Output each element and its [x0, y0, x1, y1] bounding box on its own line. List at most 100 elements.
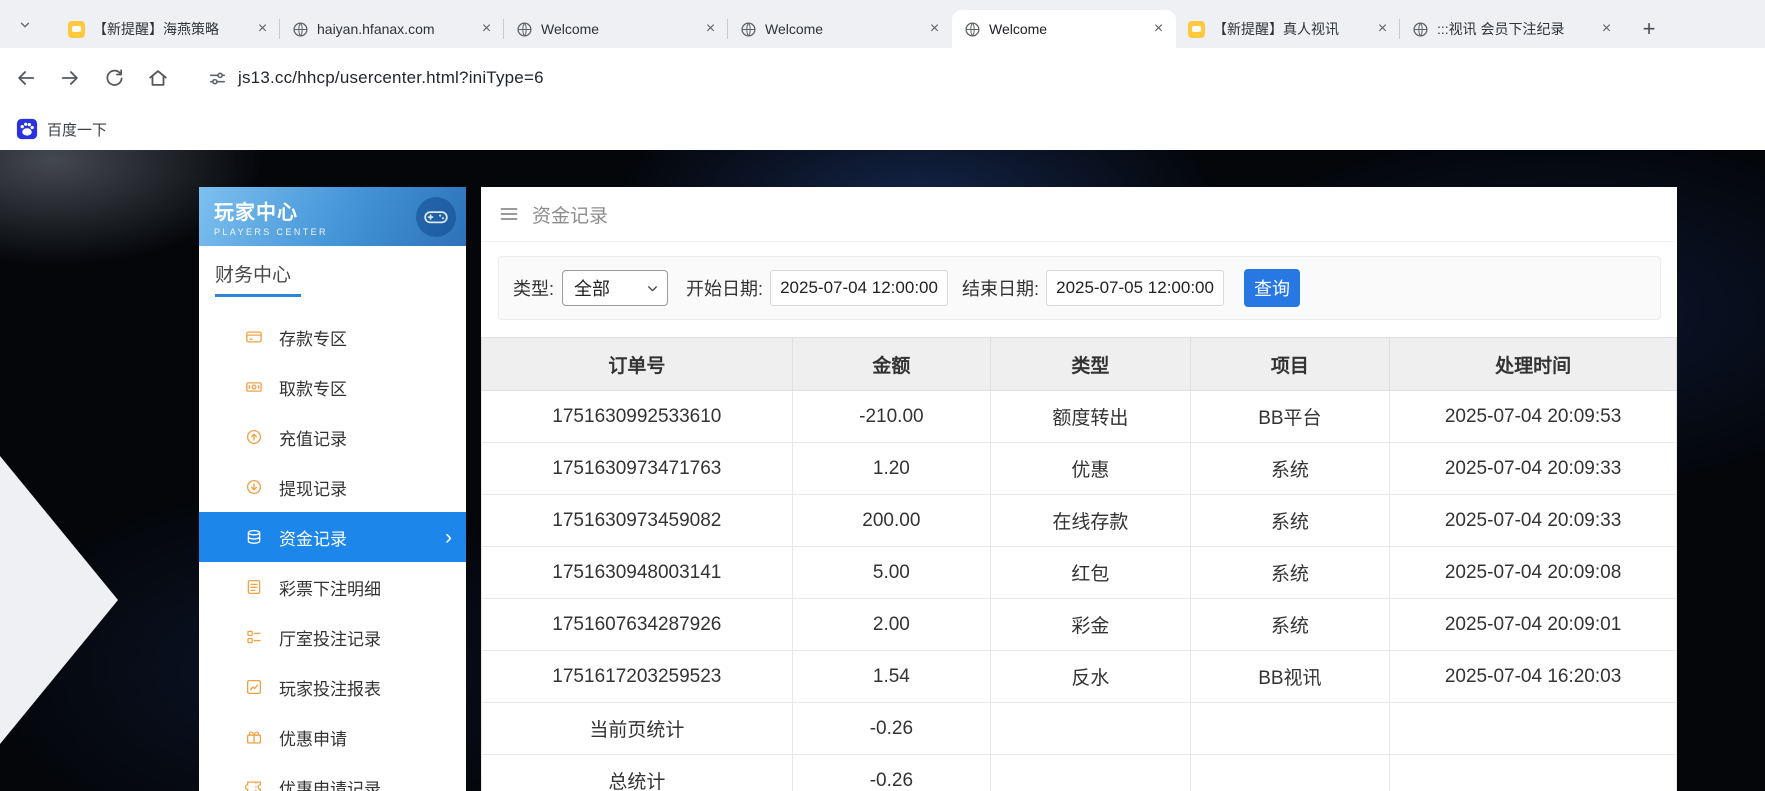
- tab-close-icon[interactable]: ×: [1373, 20, 1392, 39]
- tab-hfanax[interactable]: haiyan.hfanax.com ×: [280, 10, 504, 48]
- cell-type: 彩金: [991, 599, 1191, 651]
- sidebar-item-withdraw-zone[interactable]: 取款专区: [199, 362, 466, 412]
- back-button[interactable]: [8, 60, 44, 96]
- cell-amount: 2.00: [792, 599, 990, 651]
- ticket-icon: [245, 778, 263, 791]
- tab-title: 【新提醒】海燕策略: [93, 19, 245, 39]
- back-arrow-icon: [15, 67, 37, 89]
- home-button[interactable]: [140, 60, 176, 96]
- tab-live-alert[interactable]: 【新提醒】真人视讯 ×: [1176, 10, 1400, 48]
- cell-empty: [1190, 703, 1390, 755]
- gamepad-icon: [416, 197, 456, 237]
- document-list-icon: [245, 578, 263, 596]
- cell-order-no: 1751617203259523: [482, 651, 793, 703]
- cell-order-no: 1751630973459082: [482, 495, 793, 547]
- cell-item: 系统: [1190, 495, 1390, 547]
- bookmark-baidu[interactable]: 百度一下: [16, 118, 107, 140]
- player-center-sidebar: 玩家中心 PLAYERS CENTER 财务中心 存款专区 取款专区 充值记录: [199, 187, 466, 791]
- type-select[interactable]: 全部: [562, 270, 668, 306]
- sidebar-item-label: 存款专区: [279, 325, 347, 350]
- sidebar-item-promo-apply-records[interactable]: 优惠申请记录: [199, 762, 466, 791]
- sidebar-item-hall-bet-records[interactable]: 厅室投注记录: [199, 612, 466, 662]
- cash-icon: [245, 378, 263, 396]
- sidebar-item-label: 彩票下注明细: [279, 575, 381, 600]
- tab-title: 【新提醒】真人视讯: [1213, 19, 1365, 39]
- globe-favicon-icon: [740, 21, 757, 38]
- chevron-down-icon: [646, 282, 659, 295]
- tab-close-icon[interactable]: ×: [477, 20, 496, 39]
- sidebar-item-player-bet-report[interactable]: 玩家投注报表: [199, 662, 466, 712]
- coin-up-icon: [245, 428, 263, 446]
- coin-down-icon: [245, 478, 263, 496]
- table-row: 1751617203259523 1.54 反水 BB视讯 2025-07-04…: [482, 651, 1677, 703]
- cell-item: 系统: [1190, 547, 1390, 599]
- tab-welcome-2[interactable]: Welcome ×: [728, 10, 952, 48]
- page-background: 玩家中心 PLAYERS CENTER 财务中心 存款专区 取款专区 充值记录: [0, 150, 1765, 791]
- cell-type: 在线存款: [991, 495, 1191, 547]
- site-settings-icon[interactable]: [208, 69, 227, 88]
- tab-title: Welcome: [989, 21, 1141, 37]
- new-tab-button[interactable]: +: [1634, 14, 1664, 44]
- tab-welcome-active[interactable]: Welcome ×: [952, 10, 1176, 48]
- table-row-page-total: 当前页统计 -0.26: [482, 703, 1677, 755]
- cell-amount: -0.26: [792, 703, 990, 755]
- sidebar-section-title: 财务中心: [199, 246, 466, 298]
- coins-stack-icon: [245, 528, 263, 546]
- panel-header: 资金记录: [481, 187, 1677, 242]
- col-header-type: 类型: [991, 338, 1191, 391]
- cell-order-no: 1751630948003141: [482, 547, 793, 599]
- table-row: 1751630948003141 5.00 红包 系统 2025-07-04 2…: [482, 547, 1677, 599]
- home-icon: [147, 67, 169, 89]
- cell-label: 总统计: [482, 755, 793, 791]
- menu-icon[interactable]: [499, 204, 519, 224]
- tab-welcome-1[interactable]: Welcome ×: [504, 10, 728, 48]
- chat-favicon-icon: [68, 21, 85, 38]
- type-label: 类型:: [513, 275, 554, 301]
- funds-table: 订单号 金额 类型 项目 处理时间 1751630992533610 -210.…: [481, 337, 1677, 791]
- tab-bet-records[interactable]: :::视讯 会员下注纪录 ×: [1400, 10, 1624, 48]
- tab-close-icon[interactable]: ×: [253, 20, 272, 39]
- reload-button[interactable]: [96, 60, 132, 96]
- start-date-input[interactable]: [770, 270, 948, 306]
- query-button[interactable]: 查询: [1244, 269, 1300, 307]
- sidebar-item-label: 资金记录: [279, 525, 347, 550]
- sidebar-item-label: 充值记录: [279, 425, 347, 450]
- tab-haiyan-alert[interactable]: 【新提醒】海燕策略 ×: [56, 10, 280, 48]
- tab-close-icon[interactable]: ×: [1149, 20, 1168, 39]
- tab-close-icon[interactable]: ×: [701, 20, 720, 39]
- browser-toolbar: js13.cc/hhcp/usercenter.html?iniType=6: [0, 48, 1765, 108]
- tab-close-icon[interactable]: ×: [925, 20, 944, 39]
- sidebar-item-withdrawal-records[interactable]: 提现记录: [199, 462, 466, 512]
- table-row: 1751607634287926 2.00 彩金 系统 2025-07-04 2…: [482, 599, 1677, 651]
- tab-title: :::视讯 会员下注纪录: [1437, 19, 1589, 39]
- sidebar-item-deposit-zone[interactable]: 存款专区: [199, 312, 466, 362]
- sidebar-item-recharge-records[interactable]: 充值记录: [199, 412, 466, 462]
- cell-amount: -0.26: [792, 755, 990, 791]
- table-row: 1751630973471763 1.20 优惠 系统 2025-07-04 2…: [482, 443, 1677, 495]
- sidebar-item-promo-apply[interactable]: 优惠申请: [199, 712, 466, 762]
- bookmark-label: 百度一下: [47, 119, 107, 140]
- end-date-input[interactable]: [1046, 270, 1224, 306]
- sidebar-item-funds-records[interactable]: 资金记录 ›: [199, 512, 466, 562]
- sidebar-item-lottery-bet-details[interactable]: 彩票下注明细: [199, 562, 466, 612]
- table-header-row: 订单号 金额 类型 项目 处理时间: [482, 338, 1677, 391]
- forward-button[interactable]: [52, 60, 88, 96]
- chat-favicon-icon: [1188, 21, 1205, 38]
- tab-close-icon[interactable]: ×: [1597, 20, 1616, 39]
- cell-type: 额度转出: [991, 391, 1191, 443]
- cell-empty: [1190, 755, 1390, 791]
- background-triangle-shape: [0, 456, 118, 744]
- cell-item: BB平台: [1190, 391, 1390, 443]
- grid-list-icon: [245, 628, 263, 646]
- tab-search-button[interactable]: [12, 12, 38, 38]
- cell-empty: [1390, 755, 1677, 791]
- address-bar[interactable]: js13.cc/hhcp/usercenter.html?iniType=6: [194, 58, 1749, 98]
- cell-empty: [991, 755, 1191, 791]
- cell-item: BB视讯: [1190, 651, 1390, 703]
- tab-title: Welcome: [765, 21, 917, 37]
- tab-title: haiyan.hfanax.com: [317, 21, 469, 37]
- cell-empty: [1390, 703, 1677, 755]
- chevron-right-icon: ›: [445, 527, 452, 548]
- globe-favicon-icon: [1412, 21, 1429, 38]
- sidebar-item-label: 提现记录: [279, 475, 347, 500]
